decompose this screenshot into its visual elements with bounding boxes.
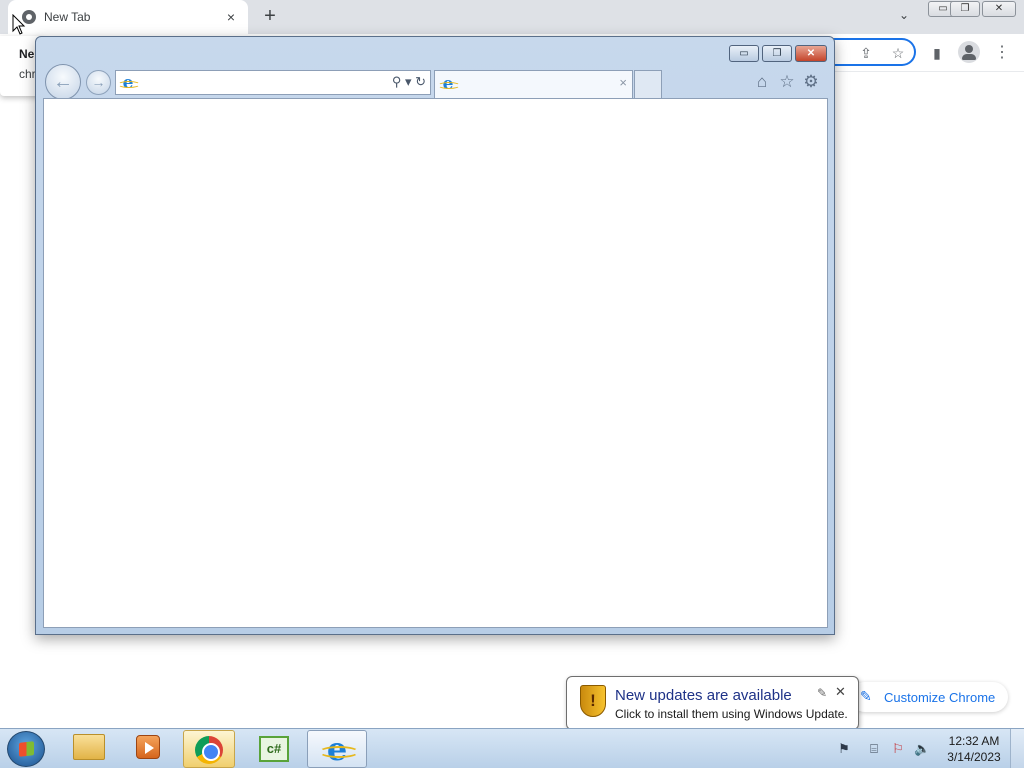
tray-network-icon[interactable]: ⌸	[866, 741, 882, 757]
customize-chrome-label: Customize Chrome	[884, 690, 996, 705]
chrome-icon	[195, 736, 223, 764]
home-icon[interactable]: ⌂	[751, 71, 773, 93]
new-tab-button[interactable]: +	[258, 5, 282, 29]
tab-close-button[interactable]: ×	[222, 8, 240, 26]
ie-tab[interactable]: e ×	[434, 70, 633, 98]
tab-title: New Tab	[44, 10, 91, 24]
ie-address-tools[interactable]: ⚲ ▾ ↻	[392, 74, 426, 90]
chrome-menu-icon[interactable]: ⋮	[991, 42, 1013, 64]
customize-chrome-button[interactable]: ✎ Customize Chrome	[850, 682, 1008, 712]
share-icon[interactable]: ⇪	[855, 42, 877, 64]
ie-content-area[interactable]	[43, 98, 828, 628]
ie-back-button[interactable]: ←	[45, 64, 81, 100]
tray-updates-icon[interactable]: ⚑	[836, 741, 852, 757]
media-player-icon	[136, 735, 160, 759]
ie-page-icon: e	[118, 75, 140, 92]
popup-line-1: Ne	[19, 47, 35, 61]
side-panel-icon[interactable]: ▮	[926, 42, 948, 64]
folder-icon	[73, 734, 105, 760]
taskbar-ie[interactable]: e	[307, 730, 367, 768]
show-desktop-button[interactable]	[1010, 729, 1024, 768]
ie-forward-button[interactable]: →	[86, 70, 111, 95]
chrome-tab-strip: New Tab × + ⌄ ▭ ❐ ✕	[0, 0, 1024, 34]
csharp-icon: c#	[259, 736, 289, 762]
ie-tab-close-button[interactable]: ×	[619, 75, 627, 90]
taskbar-explorer[interactable]	[70, 730, 110, 768]
taskbar: c# e ⚑ ⌸ ⚐ 🔈 12:32 AM 3/14/2023	[0, 728, 1024, 768]
ie-minimize-button[interactable]: ▭	[729, 45, 759, 62]
start-button[interactable]	[7, 731, 45, 767]
bookmark-star-icon[interactable]: ☆	[887, 42, 909, 64]
favorites-icon[interactable]: ☆	[776, 71, 798, 93]
update-notification[interactable]: ! New updates are available Click to ins…	[566, 676, 859, 742]
notification-options-icon[interactable]: ✎	[817, 686, 827, 700]
ie-close-button[interactable]: ✕	[795, 45, 827, 62]
ie-address-bar[interactable]: e ⚲ ▾ ↻	[115, 70, 431, 95]
chrome-tab-new-tab[interactable]: New Tab ×	[8, 0, 248, 34]
tray-action-center-icon[interactable]: ⚐	[890, 741, 906, 757]
taskbar-csharp[interactable]: c#	[245, 730, 303, 768]
chrome-restore-button[interactable]: ❐	[950, 1, 980, 17]
taskbar-media-player[interactable]	[132, 730, 168, 768]
taskbar-chrome[interactable]	[183, 730, 235, 768]
chrome-close-button[interactable]: ✕	[982, 1, 1016, 17]
notification-close-button[interactable]: ✕	[835, 684, 846, 700]
ie-new-tab-button[interactable]	[634, 70, 662, 98]
tools-gear-icon[interactable]: ⚙	[800, 71, 822, 93]
warning-shield-icon: !	[580, 685, 606, 717]
popup-line-2: chr	[19, 67, 36, 81]
ie-restore-button[interactable]: ❐	[762, 45, 792, 62]
tray-time[interactable]: 12:32 AM	[944, 734, 1004, 748]
tab-search-button[interactable]: ⌄	[894, 8, 914, 26]
ie-icon: e	[319, 733, 359, 765]
notification-text: Click to install them using Windows Upda…	[615, 707, 848, 721]
tray-volume-icon[interactable]: 🔈	[914, 741, 930, 757]
pencil-icon: ✎	[860, 688, 872, 704]
profile-avatar-icon[interactable]	[958, 41, 980, 63]
ie-window: ▭ ❐ ✕ ← → e ⚲ ▾ ↻ e × ⌂ ☆ ⚙	[35, 36, 835, 635]
notification-title: New updates are available	[615, 687, 792, 704]
tray-date[interactable]: 3/14/2023	[944, 750, 1004, 764]
ie-tab-icon: e	[438, 76, 460, 93]
